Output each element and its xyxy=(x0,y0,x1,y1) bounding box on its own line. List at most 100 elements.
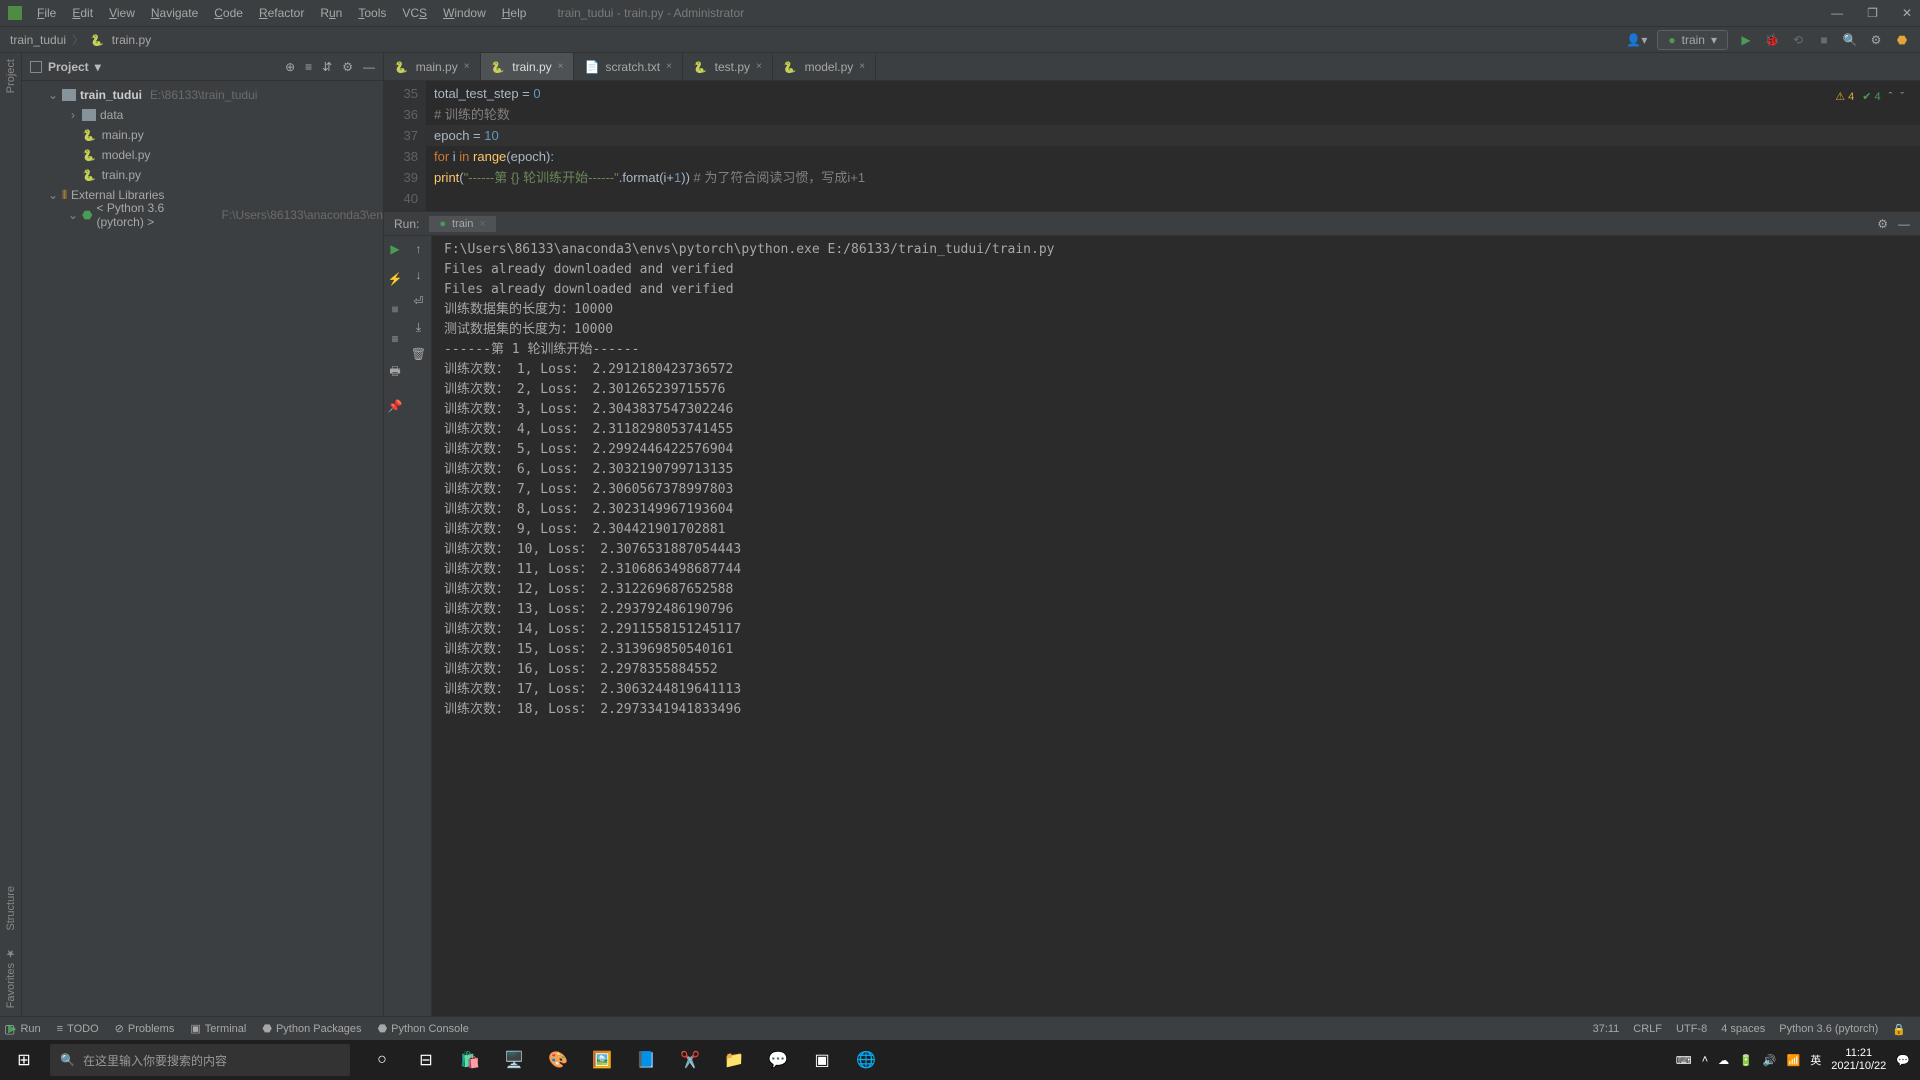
close-icon[interactable]: ✕ xyxy=(1902,6,1912,20)
tray-cloud-icon[interactable]: ☁ xyxy=(1718,1054,1729,1067)
layout-icon[interactable]: ≡ xyxy=(391,332,398,346)
minimize-icon[interactable]: — xyxy=(1831,6,1843,20)
wechat-icon[interactable]: 💬 xyxy=(758,1040,798,1080)
menu-tools[interactable]: Tools xyxy=(351,2,393,24)
indent[interactable]: 4 spaces xyxy=(1721,1023,1765,1035)
clock-time[interactable]: 11:21 xyxy=(1831,1047,1886,1060)
inspection-badges[interactable]: ⚠ 4 ✔ 4 ˆˇ xyxy=(1835,87,1904,108)
store-icon[interactable]: 🛍️ xyxy=(450,1040,490,1080)
expand-icon[interactable]: ≡ xyxy=(305,60,312,74)
notes-icon[interactable]: 📘 xyxy=(626,1040,666,1080)
console-output[interactable]: F:\Users\86133\anaconda3\envs\pytorch\py… xyxy=(432,236,1920,1016)
security-icon[interactable]: 🖼️ xyxy=(582,1040,622,1080)
user-icon[interactable]: 👤▾ xyxy=(1626,33,1647,47)
project-tool-button[interactable]: Project xyxy=(5,59,17,93)
settings-icon[interactable]: ⚙ xyxy=(1868,32,1884,48)
debug-button[interactable]: 🐞 xyxy=(1764,32,1780,48)
explorer-icon[interactable]: 📁 xyxy=(714,1040,754,1080)
tree-python-env[interactable]: ⌄⬣ < Python 3.6 (pytorch) > F:\Users\861… xyxy=(22,205,383,225)
line-separator[interactable]: CRLF xyxy=(1633,1023,1662,1035)
tool-windows-icon[interactable]: ▢ xyxy=(4,1022,15,1036)
print-icon[interactable]: 🖶 xyxy=(389,362,400,383)
updates-icon[interactable]: ⬣ xyxy=(1894,32,1910,48)
stop-button[interactable]: ■ xyxy=(1816,32,1832,48)
tab-model[interactable]: model.py× xyxy=(773,53,876,80)
tree-folder-data[interactable]: ›data xyxy=(22,105,383,125)
favorites-tool-button[interactable]: Favorites ★ xyxy=(4,947,17,1008)
python-console-button[interactable]: ⬣ Python Console xyxy=(378,1022,469,1035)
settings-icon[interactable]: ⚙ xyxy=(342,60,353,74)
file-encoding[interactable]: UTF-8 xyxy=(1676,1023,1707,1035)
up-icon[interactable]: ↑ xyxy=(416,242,422,256)
terminal-tool-button[interactable]: ▣ Terminal xyxy=(190,1022,246,1035)
breadcrumb-project[interactable]: train_tudui xyxy=(10,33,66,47)
soft-wrap-icon[interactable]: ⏎ xyxy=(413,294,423,308)
rerun-icon[interactable]: ▶ xyxy=(390,242,399,256)
run-tool-icon[interactable]: ⚡ xyxy=(388,272,403,286)
run-config-selector[interactable]: ● train ▾ xyxy=(1657,30,1728,50)
tree-root[interactable]: ⌄ train_tudui E:\86133\train_tudui xyxy=(22,85,383,105)
scroll-end-icon[interactable]: ⤓ xyxy=(416,320,421,335)
todo-tool-button[interactable]: ≡ TODO xyxy=(57,1023,99,1035)
run-settings-icon[interactable]: ⚙ xyxy=(1877,217,1888,231)
collapse-icon[interactable]: ⇵ xyxy=(322,60,332,74)
maximize-icon[interactable]: ❐ xyxy=(1867,6,1878,20)
locate-icon[interactable]: ⊕ xyxy=(285,60,295,74)
mail-icon[interactable]: 🖥️ xyxy=(494,1040,534,1080)
code-editor[interactable]: 353637383940 total_test_step = 0 # 训练的轮数… xyxy=(384,81,1920,211)
lock-icon[interactable]: 🔒 xyxy=(1892,1023,1906,1036)
breadcrumb-file[interactable]: train.py xyxy=(112,33,151,47)
tray-battery-icon[interactable]: 🔋 xyxy=(1739,1054,1753,1067)
hide-icon[interactable]: — xyxy=(363,60,375,74)
down-icon[interactable]: ↓ xyxy=(416,268,422,282)
menu-navigate[interactable]: Navigate xyxy=(144,2,205,24)
pycharm-icon[interactable]: ▣ xyxy=(802,1040,842,1080)
tab-train[interactable]: train.py× xyxy=(481,53,575,80)
cortana-icon[interactable]: ⊟ xyxy=(406,1040,446,1080)
interpreter[interactable]: Python 3.6 (pytorch) xyxy=(1779,1023,1878,1035)
stop-icon[interactable]: ■ xyxy=(391,302,398,316)
run-hide-icon[interactable]: — xyxy=(1898,217,1910,231)
tree-file-train[interactable]: train.py xyxy=(22,165,383,185)
project-panel-title[interactable]: Project ▾ xyxy=(30,60,101,74)
menu-edit[interactable]: Edit xyxy=(65,2,100,24)
paint-icon[interactable]: 🎨 xyxy=(538,1040,578,1080)
tray-volume-icon[interactable]: 🔊 xyxy=(1763,1054,1777,1067)
menu-file[interactable]: File xyxy=(30,2,63,24)
problems-tool-button[interactable]: ⊘ Problems xyxy=(115,1022,175,1035)
tree-file-main[interactable]: main.py xyxy=(22,125,383,145)
search-icon[interactable]: 🔍 xyxy=(1842,32,1858,48)
pin-icon[interactable]: 📌 xyxy=(388,399,403,413)
clock-date[interactable]: 2021/10/22 xyxy=(1831,1060,1886,1073)
menu-code[interactable]: Code xyxy=(207,2,250,24)
tab-main[interactable]: main.py× xyxy=(384,53,481,80)
snip-icon[interactable]: ✂️ xyxy=(670,1040,710,1080)
taskbar-search[interactable]: 🔍 在这里输入你要搜索的内容 xyxy=(50,1044,350,1076)
tab-scratch[interactable]: 📄scratch.txt× xyxy=(574,53,682,80)
run-label: Run: xyxy=(394,217,419,231)
coverage-button[interactable]: ⟲ xyxy=(1790,32,1806,48)
clear-icon[interactable]: 🗑 xyxy=(411,347,426,361)
run-tab[interactable]: ●train× xyxy=(429,216,496,232)
tray-keyboard-icon[interactable]: ⌨ xyxy=(1676,1054,1692,1067)
menu-vcs[interactable]: VCS xyxy=(395,2,434,24)
tab-test[interactable]: test.py× xyxy=(683,53,773,80)
code-content[interactable]: total_test_step = 0 # 训练的轮数 epoch = 10 f… xyxy=(426,81,1920,211)
task-view-icon[interactable]: ○ xyxy=(362,1040,402,1080)
structure-tool-button[interactable]: Structure xyxy=(5,886,17,931)
menu-window[interactable]: Window xyxy=(436,2,493,24)
tray-chevron-icon[interactable]: ˄ xyxy=(1702,1054,1708,1066)
tree-file-model[interactable]: model.py xyxy=(22,145,383,165)
caret-position[interactable]: 37:11 xyxy=(1593,1023,1620,1035)
tray-wifi-icon[interactable]: 📶 xyxy=(1787,1054,1801,1067)
tray-ime-icon[interactable]: 英 xyxy=(1810,1052,1821,1068)
run-button[interactable]: ▶ xyxy=(1738,32,1754,48)
menu-refactor[interactable]: Refactor xyxy=(252,2,311,24)
menu-help[interactable]: Help xyxy=(495,2,534,24)
edge-icon[interactable]: 🌐 xyxy=(846,1040,886,1080)
menu-view[interactable]: View xyxy=(102,2,142,24)
notifications-icon[interactable]: 💬 xyxy=(1896,1054,1910,1067)
start-button[interactable]: ⊞ xyxy=(0,1050,48,1070)
menu-run[interactable]: Run xyxy=(313,2,349,24)
python-packages-button[interactable]: ⬣ Python Packages xyxy=(262,1022,361,1035)
